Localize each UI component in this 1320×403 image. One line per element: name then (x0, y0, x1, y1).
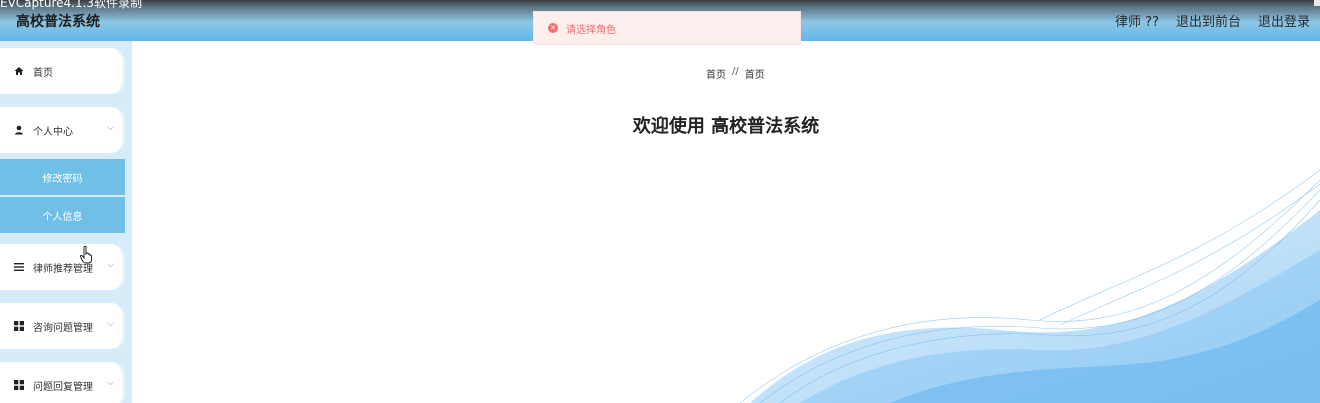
grid-icon (14, 380, 24, 390)
chevron-down-icon: ⌵ (107, 260, 114, 270)
home-icon (14, 66, 24, 76)
error-circle-icon: ✕ (548, 23, 558, 33)
list-icon (14, 262, 24, 272)
breadcrumb-home-link[interactable]: 首页 (706, 66, 726, 81)
sidebar-subitem-personal-info[interactable]: 个人信息 (0, 197, 125, 233)
window-corner-marker (1314, 0, 1320, 6)
hand-pointer-icon (80, 246, 92, 264)
chevron-down-icon: ⌵ (107, 378, 114, 388)
recorder-watermark: EVCapture4.1.3软件录制 (0, 0, 143, 10)
grid-icon (14, 321, 24, 331)
welcome-heading: 欢迎使用 高校普法系统 (632, 116, 820, 137)
chevron-down-icon: ⌵ (107, 319, 114, 329)
sidebar-item-personal-center[interactable]: 个人中心 ⌵ (0, 107, 125, 153)
breadcrumb-separator: // (732, 66, 739, 77)
sidebar-item-label: 咨询问题管理 (33, 322, 93, 334)
toast-message: 请选择角色 (566, 24, 616, 36)
sidebar-item-lawyer-recommend[interactable]: 律师推荐管理 ⌵ (0, 244, 125, 290)
sidebar: 首页 个人中心 ⌵ 修改密码 个人信息 律师推荐管理 ⌵ 咨询问题管理 ⌵ 问题… (0, 41, 132, 403)
error-toast: ✕ 请选择角色 (533, 11, 801, 45)
sidebar-item-label: 问题回复管理 (33, 381, 93, 393)
breadcrumb: 首页 // 首页 (706, 66, 765, 81)
chevron-down-icon: ⌵ (107, 123, 114, 133)
logout-link[interactable]: 退出登录 (1258, 11, 1310, 30)
sidebar-item-home[interactable]: 首页 (0, 48, 125, 94)
header-links: 律师 ?? 退出到前台 退出登录 (1115, 11, 1310, 30)
sidebar-item-consult-questions[interactable]: 咨询问题管理 ⌵ (0, 303, 125, 349)
sidebar-item-label: 首页 (33, 67, 53, 79)
user-icon (14, 125, 24, 135)
breadcrumb-current: 首页 (744, 70, 765, 81)
sidebar-item-label: 个人中心 (33, 126, 73, 138)
sidebar-item-question-replies[interactable]: 问题回复管理 ⌵ (0, 362, 125, 403)
sidebar-subitem-change-password[interactable]: 修改密码 (0, 159, 125, 195)
sidebar-subitem-label: 修改密码 (42, 173, 83, 185)
sidebar-subitem-label: 个人信息 (42, 211, 83, 223)
decorative-wave-background (740, 170, 1320, 403)
back-to-frontend-link[interactable]: 退出到前台 (1176, 11, 1241, 30)
current-user-link[interactable]: 律师 ?? (1115, 11, 1159, 30)
app-title: 高校普法系统 (16, 14, 100, 30)
